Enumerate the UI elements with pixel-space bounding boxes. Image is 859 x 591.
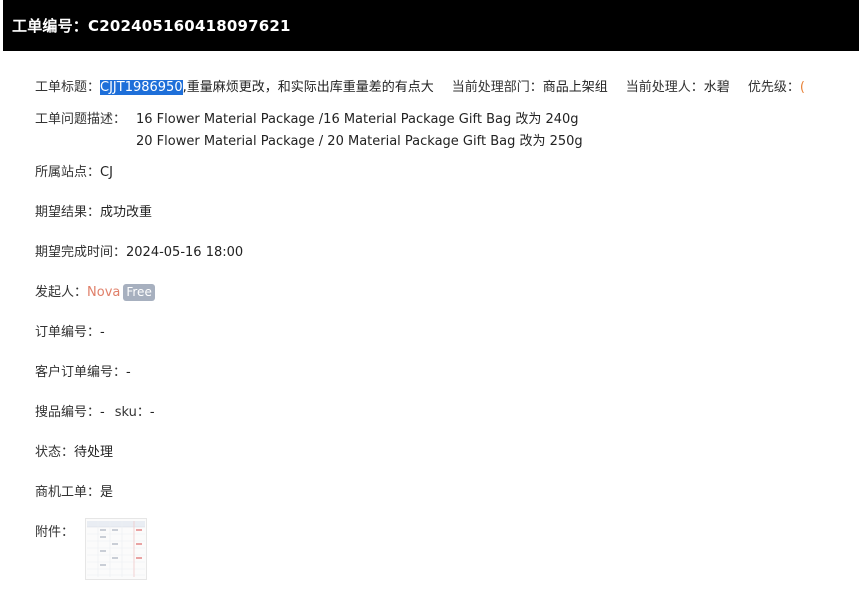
handler-label: 当前处理人：: [625, 80, 704, 95]
search-number-row: 搜品编号：- sku：-: [35, 404, 155, 422]
site-row: 所属站点：CJ: [35, 164, 113, 182]
sku-label: sku：: [114, 405, 150, 420]
search-number-label: 搜品编号：: [35, 405, 101, 420]
ticket-title-selected-text[interactable]: CJJT1986950: [100, 80, 183, 95]
order-number-row: 订单编号：-: [35, 324, 105, 342]
ticket-title-label: 工单标题：: [35, 80, 101, 95]
expected-result-value: 成功改重: [100, 205, 153, 220]
attachment-row: 附件：: [35, 524, 74, 542]
attachment-thumbnail[interactable]: [85, 518, 147, 580]
sku-value: -: [149, 405, 155, 420]
order-number-label: 订单编号：: [35, 325, 101, 340]
description-line: 16 Flower Material Package /16 Material …: [136, 112, 579, 127]
initiator-plan-badge: Free: [123, 284, 155, 301]
site-value: CJ: [100, 165, 113, 180]
customer-order-value: -: [126, 365, 131, 380]
spreadsheet-preview-icon: [87, 521, 145, 577]
priority-label: 优先级：: [747, 80, 800, 95]
business-ticket-label: 商机工单：: [35, 485, 101, 500]
description-text: 16 Flower Material Package /16 Material …: [136, 111, 583, 155]
due-time-row: 期望完成时间：2024-05-16 18:00: [35, 244, 243, 262]
handler-value: 水碧: [703, 80, 730, 95]
description-line: 20 Flower Material Package / 20 Material…: [136, 134, 583, 149]
business-ticket-row: 商机工单：是: [35, 484, 113, 502]
due-time-value: 2024-05-16 18:00: [126, 245, 244, 260]
search-number-value: -: [100, 405, 105, 420]
site-label: 所属站点：: [35, 165, 101, 180]
status-label: 状态：: [35, 445, 75, 460]
header-bar: 工单编号：C202405160418097621: [3, 0, 859, 51]
ticket-number-title: 工单编号：C202405160418097621: [12, 17, 291, 35]
initiator-name[interactable]: Nova: [87, 285, 120, 300]
attachment-label: 附件：: [35, 525, 75, 540]
status-row: 状态：待处理: [35, 444, 113, 462]
dept-label: 当前处理部门：: [451, 80, 543, 95]
expected-result-row: 期望结果：成功改重: [35, 204, 152, 222]
expected-result-label: 期望结果：: [35, 205, 101, 220]
ticket-title-row: 工单标题：CJJT1986950,重量麻烦更改，和实际出库重量差的有点大 当前处理…: [35, 79, 859, 97]
priority-value: (: [799, 80, 805, 95]
business-ticket-value: 是: [100, 485, 114, 500]
description-label: 工单问题描述：: [35, 112, 127, 127]
customer-order-label: 客户订单编号：: [35, 365, 127, 380]
initiator-row: 发起人：Nova Free: [35, 284, 155, 302]
ticket-title-text[interactable]: ,重量麻烦更改，和实际出库重量差的有点大: [183, 80, 434, 95]
dept-value: 商品上架组: [542, 80, 608, 95]
status-value: 待处理: [74, 445, 114, 460]
customer-order-row: 客户订单编号：-: [35, 364, 131, 382]
due-time-label: 期望完成时间：: [35, 245, 127, 260]
initiator-label: 发起人：: [35, 285, 88, 300]
order-number-value: -: [100, 325, 105, 340]
